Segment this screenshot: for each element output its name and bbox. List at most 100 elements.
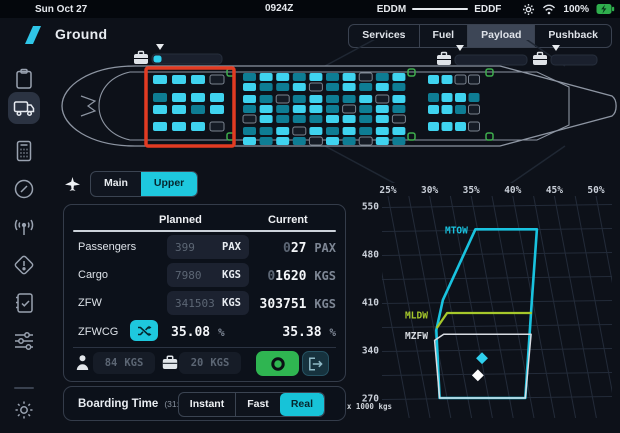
- seat[interactable]: [191, 75, 205, 84]
- seat[interactable]: [359, 127, 372, 135]
- seat[interactable]: [243, 83, 256, 91]
- seat[interactable]: [428, 93, 439, 102]
- seat[interactable]: [243, 95, 256, 103]
- seat[interactable]: [243, 73, 256, 81]
- seat[interactable]: [153, 105, 167, 114]
- seat[interactable]: [276, 73, 289, 81]
- calculator-icon[interactable]: [11, 138, 37, 164]
- seat[interactable]: [359, 137, 372, 145]
- seat[interactable]: [392, 73, 405, 81]
- hazard-diamond-icon[interactable]: [11, 252, 37, 278]
- deck-main-button[interactable]: Main: [91, 172, 141, 196]
- seat[interactable]: [309, 73, 322, 81]
- seat[interactable]: [276, 95, 289, 103]
- seat[interactable]: [392, 95, 405, 103]
- filters-icon[interactable]: [11, 328, 37, 354]
- seat[interactable]: [309, 137, 322, 145]
- seat[interactable]: [442, 93, 453, 102]
- seat[interactable]: [455, 75, 466, 84]
- seat[interactable]: [442, 122, 453, 131]
- seat[interactable]: [153, 122, 167, 131]
- settings-gear-icon[interactable]: [522, 3, 535, 16]
- seat[interactable]: [359, 95, 372, 103]
- seat[interactable]: [293, 127, 306, 135]
- seat[interactable]: [293, 95, 306, 103]
- zfw-planned-input[interactable]: 341503 KGS: [167, 291, 249, 315]
- seat[interactable]: [343, 105, 356, 113]
- seat[interactable]: [260, 115, 273, 123]
- randomize-cg-button[interactable]: [130, 320, 158, 341]
- seat[interactable]: [376, 137, 389, 145]
- seat[interactable]: [469, 75, 480, 84]
- seat[interactable]: [309, 127, 322, 135]
- seat[interactable]: [392, 127, 405, 135]
- seat[interactable]: [442, 75, 453, 84]
- seat[interactable]: [293, 83, 306, 91]
- seat[interactable]: [210, 105, 224, 114]
- seat[interactable]: [243, 105, 256, 113]
- clipboard-icon[interactable]: [11, 66, 37, 92]
- boarding-fast-button[interactable]: Fast: [235, 393, 280, 416]
- seat[interactable]: [276, 115, 289, 123]
- seat[interactable]: [210, 93, 224, 102]
- seat[interactable]: [343, 83, 356, 91]
- seat[interactable]: [376, 127, 389, 135]
- seat[interactable]: [326, 127, 339, 135]
- pax-weight-input[interactable]: 84KGS: [93, 352, 155, 374]
- app-settings-gear-icon[interactable]: [11, 397, 37, 423]
- seat[interactable]: [343, 95, 356, 103]
- seat[interactable]: [326, 83, 339, 91]
- seat[interactable]: [276, 105, 289, 113]
- seat[interactable]: [376, 73, 389, 81]
- boarding-instant-button[interactable]: Instant: [179, 393, 235, 416]
- boarding-real-button[interactable]: Real: [280, 393, 324, 416]
- seat[interactable]: [276, 83, 289, 91]
- deck-upper-button[interactable]: Upper: [141, 172, 197, 196]
- seat[interactable]: [376, 105, 389, 113]
- seat[interactable]: [428, 105, 439, 114]
- seat[interactable]: [210, 75, 224, 84]
- seat[interactable]: [326, 73, 339, 81]
- seat[interactable]: [260, 83, 273, 91]
- seat[interactable]: [191, 93, 205, 102]
- seat[interactable]: [359, 83, 372, 91]
- seat[interactable]: [392, 115, 405, 123]
- seat[interactable]: [260, 95, 273, 103]
- seat[interactable]: [359, 115, 372, 123]
- seat[interactable]: [260, 127, 273, 135]
- seat[interactable]: [309, 105, 322, 113]
- seat[interactable]: [309, 83, 322, 91]
- seat[interactable]: [191, 105, 205, 114]
- seat[interactable]: [326, 95, 339, 103]
- seat[interactable]: [243, 127, 256, 135]
- seat[interactable]: [172, 105, 186, 114]
- seat[interactable]: [469, 93, 480, 102]
- bag-weight-input[interactable]: 20KGS: [179, 352, 241, 374]
- seat[interactable]: [293, 115, 306, 123]
- seat[interactable]: [293, 137, 306, 145]
- seat[interactable]: [326, 115, 339, 123]
- deboard-button[interactable]: [302, 351, 329, 376]
- seat[interactable]: [293, 105, 306, 113]
- passengers-planned-input[interactable]: 399 PAX: [167, 235, 249, 259]
- seat[interactable]: [172, 75, 186, 84]
- seat[interactable]: [153, 75, 167, 84]
- seat[interactable]: [260, 137, 273, 145]
- seat[interactable]: [469, 122, 480, 131]
- cargo-slider[interactable]: [437, 45, 527, 65]
- seat[interactable]: [260, 73, 273, 81]
- seat[interactable]: [392, 105, 405, 113]
- seat[interactable]: [343, 73, 356, 81]
- seat[interactable]: [191, 122, 205, 131]
- seat[interactable]: [293, 73, 306, 81]
- seat[interactable]: [210, 122, 224, 131]
- compass-icon[interactable]: [11, 176, 37, 202]
- seat[interactable]: [309, 95, 322, 103]
- checklist-icon[interactable]: [11, 290, 37, 316]
- seat[interactable]: [376, 115, 389, 123]
- seat[interactable]: [455, 93, 466, 102]
- stop-boarding-button[interactable]: [256, 351, 299, 376]
- seat[interactable]: [260, 105, 273, 113]
- seat[interactable]: [428, 75, 439, 84]
- radio-tower-icon[interactable]: [11, 214, 37, 240]
